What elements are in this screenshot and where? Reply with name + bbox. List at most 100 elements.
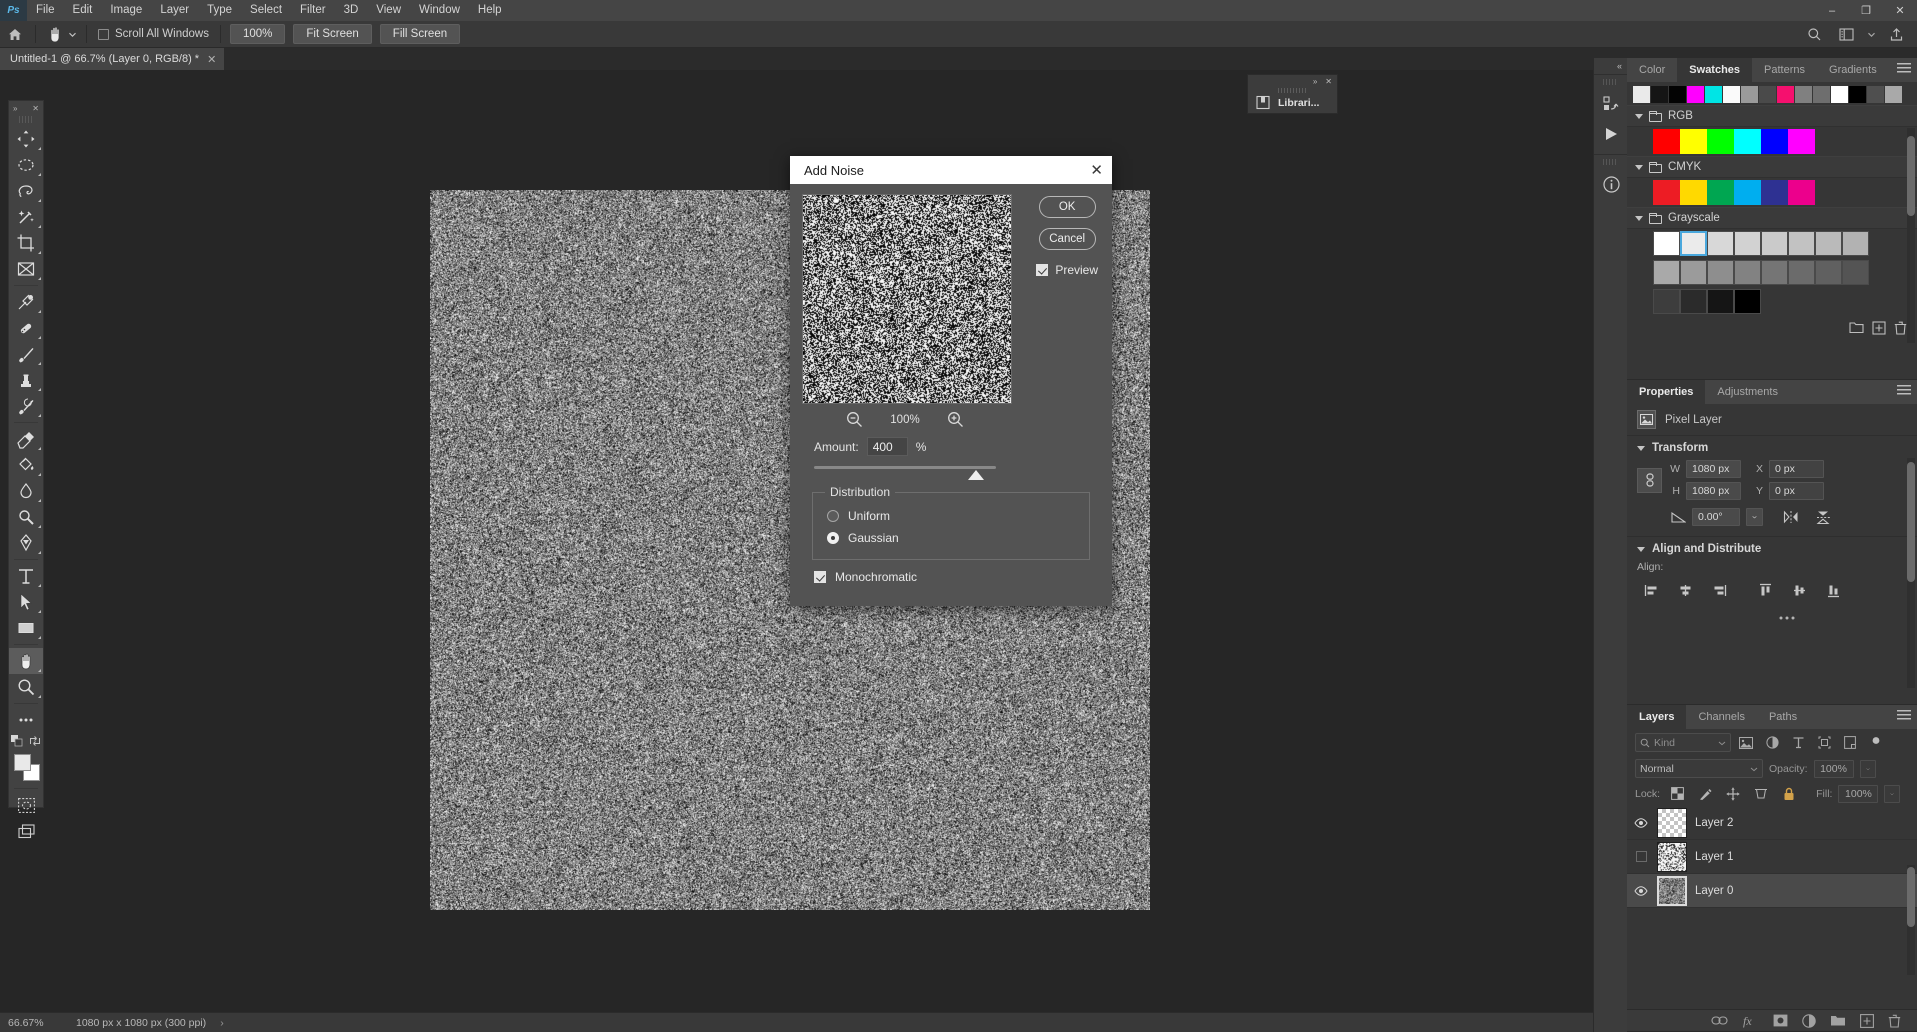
color-swatch[interactable] (1788, 129, 1815, 154)
crop-tool[interactable] (9, 230, 43, 256)
restore-icon[interactable]: ❐ (1849, 0, 1883, 21)
color-swatch[interactable] (1734, 129, 1761, 154)
color-swatch[interactable] (1680, 129, 1707, 154)
default-colors-icon[interactable] (11, 735, 23, 747)
foreground-color-swatch[interactable] (14, 754, 31, 771)
scrollbar-thumb[interactable] (1907, 136, 1915, 216)
ok-button[interactable]: OK (1039, 196, 1096, 218)
document-tab[interactable]: Untitled-1 @ 66.7% (Layer 0, RGB/8) * ✕ (0, 48, 225, 70)
slider-knob[interactable] (968, 470, 984, 480)
new-group-icon[interactable] (1830, 1014, 1846, 1027)
color-swatch[interactable] (1788, 180, 1815, 205)
ellipsis-icon[interactable] (1777, 609, 1797, 627)
swatch-group-rgb[interactable]: RGB (1627, 105, 1917, 127)
distribution-option-gaussian[interactable]: Gaussian (813, 527, 1089, 549)
status-zoom[interactable]: 66.67% (0, 1017, 68, 1029)
link-layers-icon[interactable] (1711, 1015, 1728, 1026)
height-field[interactable]: 1080 px (1686, 482, 1741, 500)
dialog-title-bar[interactable]: Add Noise ✕ (790, 156, 1112, 184)
zoom-tool[interactable] (9, 674, 43, 700)
swatch-group-cmyk[interactable]: CMYK (1627, 156, 1917, 178)
close-icon[interactable]: ✕ (32, 104, 39, 113)
color-swatch[interactable] (1653, 231, 1680, 256)
color-swatch[interactable] (1653, 129, 1680, 154)
dodge-tool[interactable] (9, 504, 43, 530)
path-selection-tool[interactable] (9, 589, 43, 615)
zoom-in-icon[interactable] (947, 411, 964, 428)
lock-image-icon[interactable] (1694, 784, 1716, 803)
rectangle-tool[interactable] (9, 615, 43, 641)
flip-horizontal-icon[interactable] (1781, 508, 1801, 526)
type-tool[interactable] (9, 563, 43, 589)
tab-adjustments[interactable]: Adjustments (1705, 380, 1790, 404)
menu-item-file[interactable]: File (27, 0, 64, 21)
chevron-down-icon[interactable] (1746, 508, 1763, 526)
menu-item-image[interactable]: Image (101, 0, 151, 21)
recent-swatch[interactable] (1669, 86, 1686, 103)
color-swatch[interactable] (1707, 180, 1734, 205)
filter-toggle-icon[interactable] (1865, 733, 1887, 752)
tab-patterns[interactable]: Patterns (1752, 58, 1817, 82)
menu-item-help[interactable]: Help (469, 0, 511, 21)
color-swatch[interactable] (1653, 289, 1680, 314)
scroll-all-windows-checkbox[interactable]: Scroll All Windows (92, 28, 215, 40)
foreground-background-colors[interactable] (9, 751, 43, 785)
layer-thumbnail[interactable] (1657, 808, 1687, 838)
color-swatch[interactable] (1653, 260, 1680, 285)
move-tool[interactable] (9, 126, 43, 152)
recent-swatch[interactable] (1723, 86, 1740, 103)
slider-track[interactable] (814, 466, 996, 469)
active-tool-hand[interactable] (41, 23, 81, 45)
delete-icon[interactable] (1894, 321, 1907, 335)
flip-vertical-icon[interactable] (1813, 508, 1833, 526)
menu-item-type[interactable]: Type (198, 0, 241, 21)
swap-colors-icon[interactable] (29, 735, 41, 747)
recent-swatch[interactable] (1885, 86, 1902, 103)
lock-position-icon[interactable] (1722, 784, 1744, 803)
color-swatch[interactable] (1761, 231, 1788, 256)
align-top-icon[interactable] (1755, 581, 1775, 599)
align-center-horizontal-icon[interactable] (1675, 581, 1695, 599)
eyedropper-tool[interactable] (9, 289, 43, 315)
menu-item-select[interactable]: Select (241, 0, 291, 21)
smart-object-filter-icon[interactable] (1839, 733, 1861, 752)
tab-paths[interactable]: Paths (1757, 705, 1809, 729)
menu-item-view[interactable]: View (367, 0, 410, 21)
new-layer-icon[interactable] (1860, 1014, 1874, 1028)
scrollbar-thumb[interactable] (1907, 867, 1915, 927)
recent-swatch[interactable] (1795, 86, 1812, 103)
color-swatch[interactable] (1761, 129, 1788, 154)
adjustment-layer-icon[interactable] (1802, 1014, 1816, 1028)
menu-item-edit[interactable]: Edit (64, 0, 102, 21)
tab-channels[interactable]: Channels (1686, 705, 1756, 729)
link-icon[interactable] (1637, 468, 1662, 493)
edit-toolbar[interactable] (9, 707, 43, 733)
opacity-dropdown-icon[interactable] (1860, 760, 1876, 778)
healing-brush-tool[interactable] (9, 315, 43, 341)
noise-preview[interactable] (802, 194, 1012, 404)
color-swatch[interactable] (1707, 231, 1734, 256)
lock-transparent-icon[interactable] (1666, 784, 1688, 803)
recent-swatch[interactable] (1687, 86, 1704, 103)
menu-item-window[interactable]: Window (410, 0, 469, 21)
layer-thumbnail[interactable] (1657, 842, 1687, 872)
panel-menu-icon[interactable] (1897, 385, 1911, 397)
color-swatch[interactable] (1788, 260, 1815, 285)
clone-stamp-tool[interactable] (9, 367, 43, 393)
home-icon[interactable] (0, 21, 30, 47)
layer-style-icon[interactable]: fx (1742, 1014, 1759, 1028)
info-icon[interactable] (1594, 169, 1628, 199)
libraries-tab[interactable]: Librari... (1248, 95, 1337, 110)
eraser-tool[interactable] (9, 426, 43, 452)
opacity-field[interactable]: 100% (1814, 760, 1854, 778)
color-swatch[interactable] (1707, 289, 1734, 314)
color-swatch[interactable] (1680, 260, 1707, 285)
adjustment-filter-icon[interactable] (1761, 733, 1783, 752)
recent-swatch[interactable] (1651, 86, 1668, 103)
recent-swatch[interactable] (1831, 86, 1848, 103)
panel-grip[interactable] (1603, 159, 1618, 165)
zoom-out-icon[interactable] (846, 411, 863, 428)
expand-icon[interactable]: » (13, 104, 17, 113)
panel-grip[interactable] (1603, 79, 1618, 85)
color-swatch[interactable] (1815, 231, 1842, 256)
